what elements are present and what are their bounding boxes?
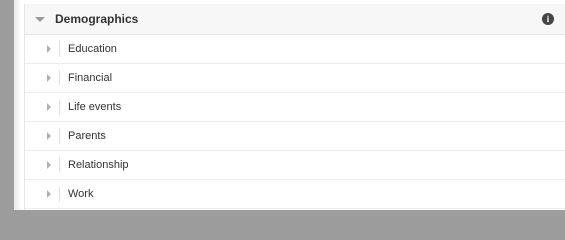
row-divider xyxy=(59,186,60,202)
tree-item-work[interactable]: Work xyxy=(25,180,565,209)
tree-item-education[interactable]: Education xyxy=(25,35,565,64)
demographics-tree: Demographics i Education Financial Life … xyxy=(24,4,565,210)
tree-item-financial[interactable]: Financial xyxy=(25,64,565,93)
caret-right-icon[interactable] xyxy=(47,190,51,198)
caret-right-icon[interactable] xyxy=(47,45,51,53)
info-icon[interactable]: i xyxy=(542,13,554,25)
caret-right-icon[interactable] xyxy=(47,161,51,169)
tree-item-parents[interactable]: Parents xyxy=(25,122,565,151)
row-divider xyxy=(59,157,60,173)
caret-down-icon[interactable] xyxy=(35,16,45,22)
section-title: Demographics xyxy=(55,12,139,26)
tree-item-label: Work xyxy=(68,188,94,200)
left-gutter xyxy=(0,0,14,210)
caret-right-icon[interactable] xyxy=(47,74,51,82)
tree-item-relationship[interactable]: Relationship xyxy=(25,151,565,180)
row-divider xyxy=(59,128,60,144)
tree-item-label: Parents xyxy=(68,130,106,142)
row-divider xyxy=(59,99,60,115)
tree-item-label: Financial xyxy=(68,72,113,84)
caret-right-icon[interactable] xyxy=(47,103,51,111)
panel-shadow xyxy=(14,0,22,210)
tree-item-life-events[interactable]: Life events xyxy=(25,93,565,122)
tree-item-label: Education xyxy=(68,43,117,55)
row-divider xyxy=(59,41,60,57)
tree-item-label: Relationship xyxy=(68,159,129,171)
caret-right-icon[interactable] xyxy=(47,132,51,140)
tree-item-label: Life events xyxy=(68,101,122,113)
row-divider xyxy=(59,70,60,86)
demographics-header[interactable]: Demographics i xyxy=(25,4,565,35)
